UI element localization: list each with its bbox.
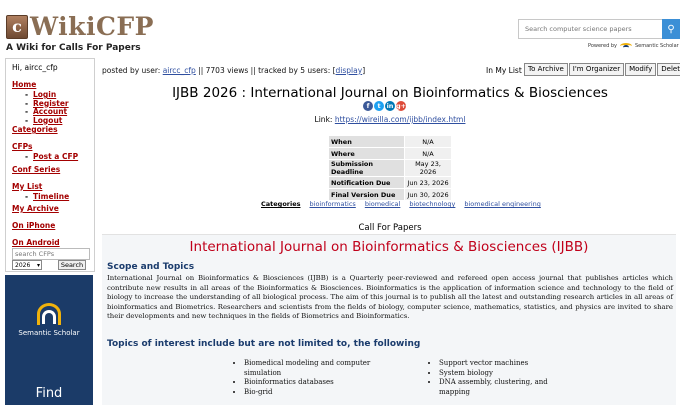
search-icon: ⚲ bbox=[667, 23, 675, 35]
category-link[interactable]: biomedical engineering bbox=[464, 200, 541, 208]
logo-mark-icon: c bbox=[6, 14, 28, 39]
conference-link-row: Link: https://wireilla.com/ijbb/index.ht… bbox=[100, 115, 680, 124]
sidebar-post-cfp-link[interactable]: Post a CFP bbox=[12, 152, 88, 162]
sidebar-my-list-link[interactable]: My List bbox=[12, 182, 88, 191]
share-icons: f t in g+ bbox=[363, 101, 406, 111]
info-key: When bbox=[329, 136, 404, 147]
im-organizer-button[interactable]: I'm Organizer bbox=[568, 63, 625, 76]
site-tagline: A Wiki for Calls For Papers bbox=[6, 43, 141, 53]
sidebar: Hi, aircc_cfp Home Login Register Accoun… bbox=[5, 58, 95, 272]
topics-list-left: Biomedical modeling and computer simulat… bbox=[235, 359, 400, 397]
in-my-list-label: In My List bbox=[486, 66, 522, 75]
list-item: Biomedical modeling and computer simulat… bbox=[244, 359, 400, 378]
logo-text: WikiCFP bbox=[30, 12, 154, 41]
list-item: Bio-grid bbox=[244, 388, 400, 398]
call-for-papers-body: International Journal on Bioinformatics … bbox=[102, 234, 676, 405]
categories-row: Categories bioinformatics biomedical bio… bbox=[261, 200, 541, 208]
to-archive-button[interactable]: To Archive bbox=[524, 63, 568, 76]
sidebar-conf-series-link[interactable]: Conf Series bbox=[12, 165, 88, 174]
semantic-scholar-ad[interactable]: Semantic Scholar Find bbox=[5, 275, 93, 405]
topics-list-right: Support vector machines System biology D… bbox=[430, 359, 580, 397]
list-item: Bioinformatics databases bbox=[244, 378, 400, 388]
paper-search-form: ⚲ bbox=[518, 19, 680, 39]
scope-heading: Scope and Topics bbox=[107, 262, 195, 272]
googleplus-icon[interactable]: g+ bbox=[396, 101, 406, 111]
list-item: Support vector machines bbox=[439, 359, 580, 369]
category-link[interactable]: bioinformatics bbox=[310, 200, 356, 208]
cfp-year-row: 2026 ▾ Search bbox=[12, 260, 86, 270]
ad-title: Semantic Scholar bbox=[18, 329, 80, 337]
display-trackers-link[interactable]: display bbox=[336, 66, 363, 75]
sidebar-home-link[interactable]: Home bbox=[12, 80, 88, 89]
category-link[interactable]: biomedical bbox=[365, 200, 401, 208]
year-select-value: 2026 bbox=[15, 261, 31, 269]
table-row: Where N/A bbox=[329, 148, 451, 159]
table-row: Notification Due Jun 23, 2026 bbox=[329, 177, 451, 188]
list-item: DNA assembly, clustering, and mapping bbox=[439, 378, 580, 397]
table-row: Submission Deadline May 23, 2026 bbox=[329, 160, 451, 176]
journal-heading: International Journal on Bioinformatics … bbox=[189, 239, 589, 255]
info-value: N/A bbox=[405, 148, 451, 159]
year-select[interactable]: 2026 ▾ bbox=[12, 260, 42, 270]
table-row: When N/A bbox=[329, 136, 451, 147]
sidebar-android-link[interactable]: On Android bbox=[12, 238, 88, 247]
modify-button[interactable]: Modify bbox=[625, 63, 657, 76]
posted-prefix: posted by user: bbox=[102, 66, 161, 75]
sidebar-my-archive-link[interactable]: My Archive bbox=[12, 204, 88, 213]
semantic-scholar-logo-icon bbox=[37, 303, 61, 325]
ad-find-text: Find bbox=[35, 386, 63, 401]
cfp-search-button[interactable]: Search bbox=[58, 260, 86, 270]
conference-title: IJBB 2026 : International Journal on Bio… bbox=[172, 85, 608, 101]
paper-search-button[interactable]: ⚲ bbox=[662, 19, 680, 39]
info-key: Final Version Due bbox=[329, 189, 404, 200]
linkedin-icon[interactable]: in bbox=[385, 101, 395, 111]
sidebar-cfps-link[interactable]: CFPs bbox=[12, 142, 88, 151]
action-buttons: To Archive I'm Organizer Modify Delete bbox=[524, 63, 680, 76]
paper-search-input[interactable] bbox=[518, 19, 662, 39]
sidebar-categories-link[interactable]: Categories bbox=[12, 125, 88, 134]
facebook-icon[interactable]: f bbox=[363, 101, 373, 111]
table-row: Final Version Due Jun 30, 2026 bbox=[329, 189, 451, 200]
posted-by-line: posted by user: aircc_cfp || 7703 views … bbox=[102, 66, 365, 75]
info-key: Where bbox=[329, 148, 404, 159]
link-label: Link: bbox=[314, 115, 333, 124]
sidebar-iphone-link[interactable]: On iPhone bbox=[12, 221, 88, 230]
info-value: Jun 30, 2026 bbox=[405, 189, 451, 200]
powered-by-label: Powered by bbox=[588, 43, 617, 49]
site-header: c WikiCFP A Wiki for Calls For Papers ⚲ … bbox=[0, 0, 680, 60]
list-item: System biology bbox=[439, 369, 580, 379]
cfp-search-row bbox=[12, 248, 90, 260]
posted-user-link[interactable]: aircc_cfp bbox=[163, 66, 196, 75]
info-value: N/A bbox=[405, 136, 451, 147]
powered-by-name: Semantic Scholar bbox=[634, 43, 679, 49]
twitter-icon[interactable]: t bbox=[374, 101, 384, 111]
sidebar-logout-link[interactable]: Logout bbox=[12, 116, 88, 126]
categories-label[interactable]: Categories bbox=[261, 200, 301, 208]
semantic-scholar-small-icon bbox=[619, 42, 632, 50]
info-value: May 23, 2026 bbox=[405, 160, 451, 176]
main-content: posted by user: aircc_cfp || 7703 views … bbox=[100, 62, 680, 405]
sidebar-timeline-link[interactable]: Timeline bbox=[12, 192, 88, 202]
conference-info-table: When N/A Where N/A Submission Deadline May … bbox=[328, 135, 452, 201]
posted-suffix: ] bbox=[362, 66, 366, 75]
conference-url-link[interactable]: https://wireilla.com/ijbb/index.html bbox=[335, 115, 466, 124]
category-link[interactable]: biotechnology bbox=[409, 200, 455, 208]
info-value: Jun 23, 2026 bbox=[405, 177, 451, 188]
call-for-papers-label: Call For Papers bbox=[358, 223, 422, 233]
user-greeting: Hi, aircc_cfp bbox=[12, 63, 58, 72]
delete-button[interactable]: Delete bbox=[657, 63, 680, 76]
scope-paragraph: International Journal on Bioinformatics … bbox=[107, 274, 673, 321]
powered-by[interactable]: Powered by Semantic Scholar bbox=[588, 42, 679, 50]
wikicfp-logo[interactable]: c WikiCFP bbox=[6, 12, 154, 41]
info-key: Submission Deadline bbox=[329, 160, 404, 176]
topics-heading: Topics of interest include but are not l… bbox=[107, 339, 421, 349]
cfp-search-input[interactable] bbox=[12, 248, 90, 260]
chevron-down-icon: ▾ bbox=[36, 261, 40, 269]
info-key: Notification Due bbox=[329, 177, 404, 188]
posted-stats: || 7703 views || tracked by 5 users: [ bbox=[198, 66, 336, 75]
